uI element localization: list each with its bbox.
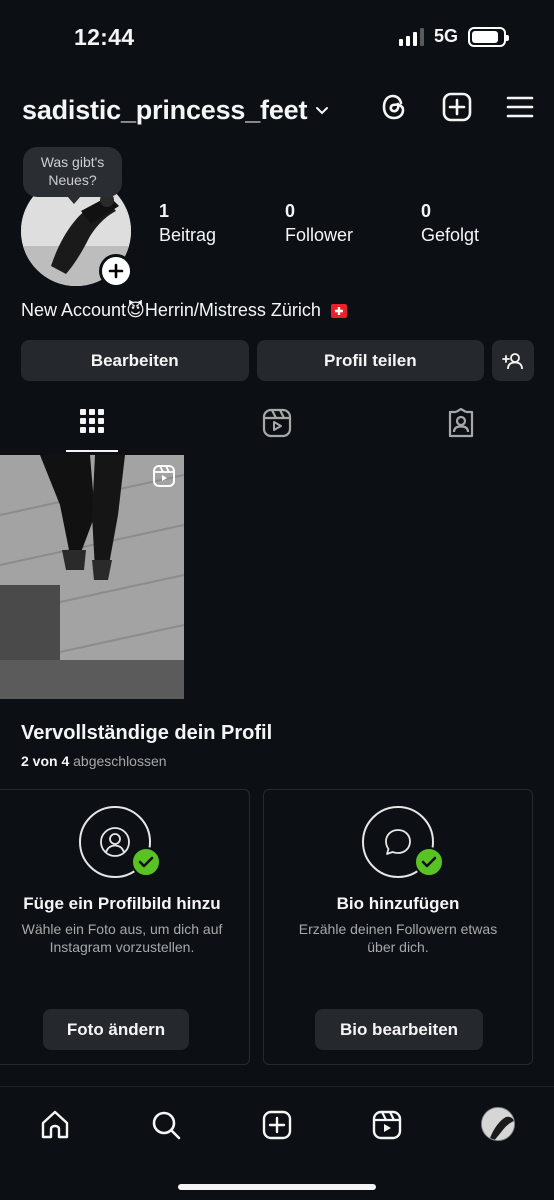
home-indicator <box>178 1184 376 1190</box>
profile-picture-card: Füge ein Profilbild hinzu Wähle ein Foto… <box>0 789 250 1065</box>
share-profile-button[interactable]: Profil teilen <box>256 340 485 381</box>
edit-bio-button[interactable]: Bio bearbeiten <box>315 1009 483 1050</box>
card-title: Bio hinzufügen <box>336 894 460 913</box>
stat-followers[interactable]: 0 Follower <box>285 200 353 248</box>
discover-people-button[interactable] <box>492 340 535 381</box>
menu-icon[interactable] <box>506 95 534 119</box>
post-photo <box>0 455 184 699</box>
create-icon[interactable] <box>442 92 472 122</box>
profile-avatar[interactable] <box>481 1107 515 1141</box>
username[interactable]: sadistic_princess_feet <box>22 95 307 126</box>
chevron-down-icon[interactable] <box>315 106 329 116</box>
avatar-photo <box>482 1108 514 1140</box>
network-type: 5G <box>433 26 458 46</box>
tagged-icon[interactable] <box>446 408 476 438</box>
profile-actions: Bearbeiten Profil teilen <box>21 340 535 381</box>
bio-card: Bio hinzufügen Erzähle deinen Followern … <box>263 789 533 1065</box>
add-person-icon <box>502 352 523 369</box>
profile-header: sadistic_princess_feet <box>22 88 534 132</box>
reel-badge-icon <box>153 465 175 487</box>
note-bubble-text: Was gibt's Neues? <box>40 154 105 188</box>
grid-icon[interactable] <box>79 408 105 434</box>
battery-icon <box>468 26 509 47</box>
post-thumbnail[interactable] <box>0 455 184 699</box>
completed-check-icon <box>414 847 444 877</box>
signal-icon <box>398 27 424 46</box>
add-story-button[interactable] <box>99 254 133 288</box>
status-bar: 12:44 5G <box>0 0 554 76</box>
profile-bio: New Account 😈 Herrin/Mistress Zürich <box>21 300 347 321</box>
reels-icon[interactable] <box>371 1109 403 1141</box>
active-tab-indicator <box>66 450 118 452</box>
edit-profile-button[interactable]: Bearbeiten <box>21 340 249 381</box>
swiss-flag-icon <box>330 303 347 318</box>
complete-profile-title: Vervollständige dein Profil <box>21 722 273 744</box>
create-icon[interactable] <box>261 1109 293 1141</box>
card-description: Wähle ein Foto aus, um dich auf Instagra… <box>21 921 223 955</box>
user-circle-icon <box>100 827 130 857</box>
stat-posts[interactable]: 1 Beitrag <box>159 200 216 248</box>
status-time: 12:44 <box>74 24 135 50</box>
change-photo-button[interactable]: Foto ändern <box>43 1009 189 1050</box>
complete-profile-progress: 2 von 4 abgeschlossen <box>21 753 167 769</box>
devil-emoji: 😈 <box>126 300 145 321</box>
stat-following[interactable]: 0 Gefolgt <box>421 200 479 248</box>
note-bubble[interactable]: Was gibt's Neues? <box>23 147 122 204</box>
search-icon[interactable] <box>150 1109 182 1141</box>
speech-bubble-icon <box>385 829 411 855</box>
plus-icon <box>108 263 124 279</box>
completed-check-icon <box>131 847 161 877</box>
card-title: Füge ein Profilbild hinzu <box>23 894 221 913</box>
profile-tabs <box>0 404 554 454</box>
home-icon[interactable] <box>39 1109 71 1141</box>
reels-icon[interactable] <box>262 408 292 438</box>
bottom-navigation <box>0 1086 554 1200</box>
card-description: Erzähle deinen Followern etwas über dich… <box>298 921 498 955</box>
threads-icon[interactable] <box>380 92 408 122</box>
